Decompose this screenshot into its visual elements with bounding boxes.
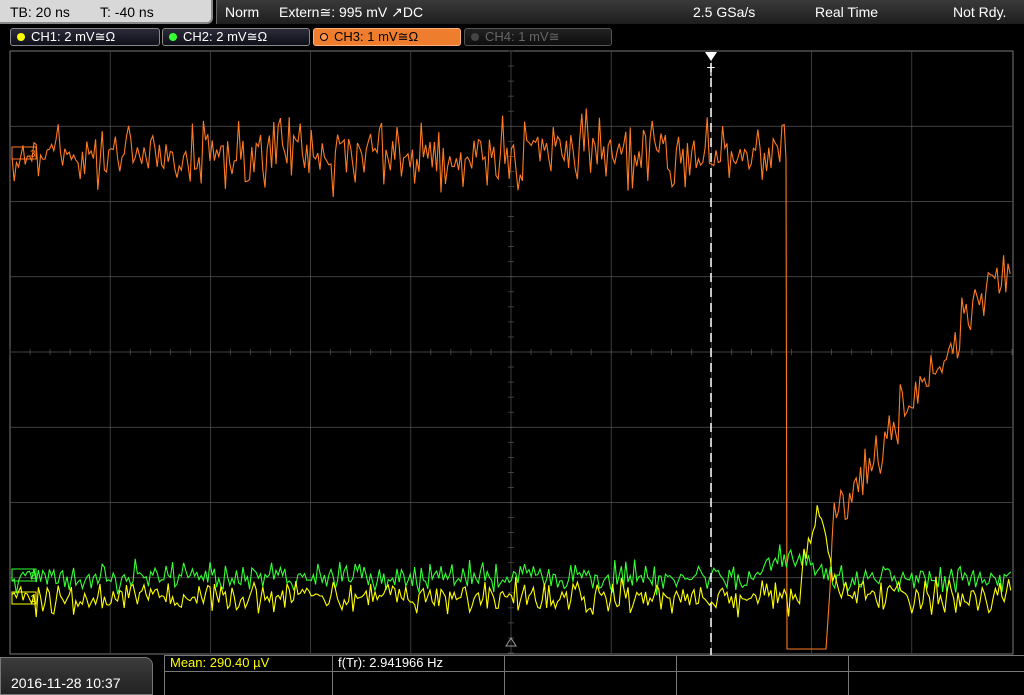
tab-ch1[interactable]: CH1: 2 mV≅Ω <box>10 28 160 46</box>
waveform-display[interactable]: T 3 2 1 <box>0 49 1024 655</box>
graticule <box>9 50 1013 654</box>
trigger-offset-readout: T: -40 ns <box>100 4 154 20</box>
acquisition-mode: Real Time <box>815 4 879 20</box>
meas-col-divider <box>848 655 849 695</box>
svg-text:2: 2 <box>30 571 36 582</box>
ch2-trace <box>11 544 1012 596</box>
meas-top-border <box>164 655 1024 656</box>
tab-ch2[interactable]: CH2: 2 mV≅Ω <box>162 28 310 46</box>
ch4-dot-icon <box>471 33 479 41</box>
trigger-arrow-icon[interactable] <box>705 52 717 61</box>
traces <box>11 108 1012 650</box>
meas-col-divider <box>676 655 677 695</box>
measurement-frequency: f(Tr): 2.941966 Hz <box>338 655 444 670</box>
sample-rate: 2.5 GSa/s <box>693 4 756 20</box>
meas-col-divider <box>504 655 505 695</box>
datetime-panel[interactable]: 2016-11-28 10:37 <box>0 657 153 695</box>
bottom-bar: 2016-11-28 10:37 Mean: 290.40 µV f(Tr): … <box>0 655 1024 695</box>
datetime: 2016-11-28 10:37 <box>11 675 121 691</box>
run-state: Not Rdy. <box>953 4 1007 20</box>
meas-left-border <box>164 655 165 695</box>
measurement-table[interactable]: Mean: 290.40 µV f(Tr): 2.941966 Hz <box>164 655 1024 695</box>
ch3-dot-icon <box>320 33 328 41</box>
measurement-mean: Mean: 290.40 µV <box>170 655 270 670</box>
trigger-marker-label: T <box>707 64 715 79</box>
svg-text:3: 3 <box>30 149 36 160</box>
channel-tabs: CH1: 2 mV≅Ω CH2: 2 mV≅Ω CH3: 1 mV≅Ω CH4:… <box>0 25 1024 49</box>
ch2-dot-icon <box>169 33 177 41</box>
ch3-label: CH3: 1 mV≅Ω <box>334 29 419 44</box>
svg-text:1: 1 <box>30 594 36 605</box>
waveform-svg: T 3 2 1 <box>9 50 1014 655</box>
tab-ch4[interactable]: CH4: 1 mV≅ <box>464 28 612 46</box>
acquisition-panel[interactable]: Norm Extern≅: 995 mV ↗DC 2.5 GSa/s Real … <box>216 0 1024 24</box>
ch1-label: CH1: 2 mV≅Ω <box>31 29 116 44</box>
tab-ch3[interactable]: CH3: 1 mV≅Ω <box>313 28 461 46</box>
status-bar: TB: 20 ns T: -40 ns Norm Extern≅: 995 mV… <box>0 0 1024 24</box>
ch1-trace <box>11 505 1012 618</box>
meas-row-divider <box>164 671 1024 672</box>
trigger-mode: Norm <box>225 4 260 20</box>
ch2-label: CH2: 2 mV≅Ω <box>183 29 268 44</box>
ch2-ground-marker[interactable]: 2 <box>11 568 37 582</box>
ch1-dot-icon <box>17 33 25 41</box>
timebase-panel[interactable]: TB: 20 ns T: -40 ns <box>0 0 213 24</box>
meas-col-divider <box>332 655 333 695</box>
ch4-label: CH4: 1 mV≅ <box>485 29 560 44</box>
timebase-readout: TB: 20 ns <box>10 4 70 20</box>
trigger-source: Extern≅: 995 mV ↗DC <box>279 4 424 20</box>
